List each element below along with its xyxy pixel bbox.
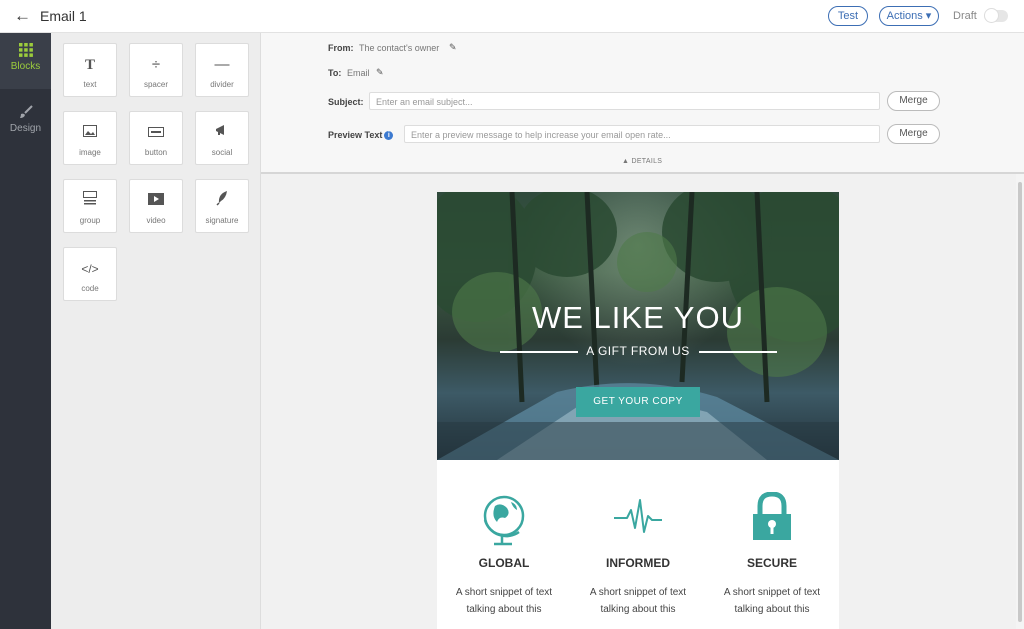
feature-title: GLOBAL — [478, 556, 530, 570]
block-label: image — [79, 148, 101, 157]
spacer-icon: ÷ — [151, 56, 161, 73]
caret-up-icon: ▲ — [622, 158, 630, 165]
left-rail: Blocks Design — [0, 33, 51, 629]
block-label: spacer — [143, 80, 168, 89]
block-code[interactable]: </> code — [63, 247, 117, 301]
code-icon: </> — [81, 262, 99, 276]
megaphone-icon — [196, 122, 248, 144]
block-label: button — [144, 148, 168, 157]
from-label: From: — [328, 43, 354, 53]
get-your-copy-button[interactable]: GET YOUR COPY — [576, 387, 700, 417]
preview-text-input[interactable]: Enter a preview message to help increase… — [404, 125, 880, 143]
divider-icon: — — [214, 56, 230, 73]
rail-item-blocks[interactable]: Blocks — [0, 33, 51, 89]
draft-toggle[interactable] — [984, 8, 1008, 23]
from-value[interactable]: The contact's owner — [359, 43, 439, 53]
video-icon — [130, 190, 182, 212]
scrollbar-thumb[interactable] — [1018, 182, 1022, 622]
rail-item-design[interactable]: Design — [0, 95, 51, 145]
page-title: Email 1 — [40, 8, 87, 24]
hero-rule-right — [699, 351, 777, 353]
block-social[interactable]: social — [195, 111, 249, 165]
info-icon[interactable]: i — [384, 131, 394, 141]
test-button[interactable]: Test — [828, 6, 868, 26]
feature-informed[interactable]: INFORMED A short snippet of text talking… — [571, 492, 705, 618]
block-label: video — [146, 216, 166, 225]
feature-title: SECURE — [746, 556, 797, 570]
preview-text-label-text: Preview Text — [328, 130, 383, 140]
email-header-form: From: The contact's owner ✎ To: Email ✎ … — [261, 33, 1024, 174]
hero-image[interactable]: WE LIKE YOU A GIFT FROM US GET YOUR COPY — [437, 192, 839, 460]
rail-design-label: Design — [9, 123, 42, 134]
feature-text: A short snippet of text talking about th… — [589, 587, 687, 615]
block-divider[interactable]: — divider — [195, 43, 249, 97]
edit-from-pencil-icon[interactable]: ✎ — [449, 42, 457, 53]
details-label: DETAILS — [631, 158, 663, 165]
to-label: To: — [328, 68, 342, 78]
feature-global[interactable]: GLOBAL A short snippet of text talking a… — [437, 492, 571, 618]
brush-icon — [19, 105, 33, 118]
actions-button[interactable]: Actions ▾ — [879, 6, 939, 26]
block-text[interactable]: T text — [63, 43, 117, 97]
block-palette: T text ÷ spacer — divider image button s… — [51, 33, 261, 629]
block-label: signature — [205, 216, 239, 225]
image-icon — [64, 122, 116, 144]
hero-title: WE LIKE YOU — [532, 300, 744, 335]
block-label: code — [81, 284, 99, 293]
email-preview[interactable]: WE LIKE YOU A GIFT FROM US GET YOUR COPY… — [437, 192, 839, 629]
globe-icon — [483, 495, 525, 546]
subject-merge-button[interactable]: Merge — [887, 91, 940, 111]
preview-text-label: Preview Text i — [328, 130, 394, 141]
details-toggle[interactable]: ▲ DETAILS — [622, 158, 662, 165]
feature-title: INFORMED — [606, 556, 670, 570]
draft-label: Draft — [953, 10, 977, 22]
rail-blocks-label: Blocks — [10, 61, 41, 72]
block-spacer[interactable]: ÷ spacer — [129, 43, 183, 97]
preview-merge-button[interactable]: Merge — [887, 124, 940, 144]
hero-subtitle: A GIFT FROM US — [586, 344, 690, 358]
toggle-knob — [984, 8, 999, 23]
to-value[interactable]: Email — [347, 68, 370, 78]
subject-input[interactable]: Enter an email subject... — [369, 92, 880, 110]
text-icon: T — [84, 57, 95, 73]
canvas-scrollbar[interactable] — [1016, 174, 1024, 629]
heartbeat-icon — [614, 499, 662, 533]
edit-to-pencil-icon[interactable]: ✎ — [376, 67, 384, 78]
block-label: divider — [210, 80, 234, 89]
block-button[interactable]: button — [129, 111, 183, 165]
feather-icon — [196, 190, 248, 212]
top-bar: ← Email 1 Test Actions ▾ Draft — [0, 0, 1024, 33]
group-icon — [64, 190, 116, 212]
lock-icon — [753, 492, 791, 540]
arrow-left-icon[interactable]: ← — [14, 6, 31, 26]
block-video[interactable]: video — [129, 179, 183, 233]
grid-icon — [18, 43, 33, 57]
block-signature[interactable]: signature — [195, 179, 249, 233]
feature-secure[interactable]: SECURE A short snippet of text talking a… — [705, 492, 839, 618]
block-label: social — [211, 148, 233, 157]
block-label: text — [83, 80, 97, 89]
button-icon — [130, 122, 182, 144]
feature-text: A short snippet of text talking about th… — [723, 587, 821, 615]
feature-text: A short snippet of text talking about th… — [455, 587, 553, 615]
block-group[interactable]: group — [63, 179, 117, 233]
block-image[interactable]: image — [63, 111, 117, 165]
block-label: group — [79, 216, 101, 225]
subject-label: Subject: — [328, 97, 364, 107]
